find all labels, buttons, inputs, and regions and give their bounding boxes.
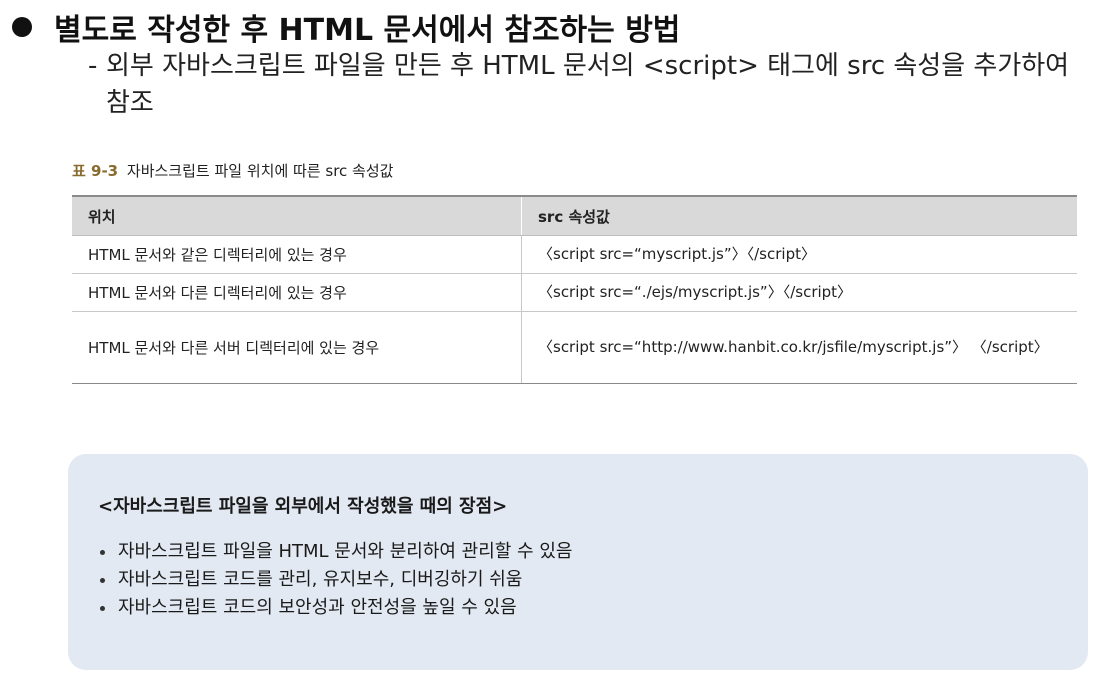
list-item-text: 자바스크립트 파일을 HTML 문서와 분리하여 관리할 수 있음 [118, 541, 573, 562]
cell-location: HTML 문서와 같은 디렉터리에 있는 경우 [72, 235, 522, 274]
cell-src-value: 〈script src=“http://www.hanbit.co.kr/jsf… [521, 311, 1077, 384]
list-item: 자바스크립트 코드의 보안성과 안전성을 높일 수 있음 [100, 594, 572, 622]
table-header-row: 위치 src 속성값 [72, 195, 1077, 236]
cell-location: HTML 문서와 다른 디렉터리에 있는 경우 [72, 273, 522, 312]
cell-src-value: 〈script src=“myscript.js”〉〈/script〉 [521, 235, 1077, 274]
list-item-text: 자바스크립트 코드를 관리, 유지보수, 디버깅하기 쉬움 [118, 569, 523, 590]
cell-location: HTML 문서와 다른 서버 디렉터리에 있는 경우 [72, 311, 522, 384]
section-heading: 별도로 작성한 후 HTML 문서에서 참조하는 방법 [12, 4, 680, 50]
table-caption: 표 9-3 자바스크립트 파일 위치에 따른 src 속성값 [72, 160, 393, 181]
dash-marker: - [88, 51, 98, 81]
callout-title: <자바스크립트 파일을 외부에서 작성했을 때의 장점> [98, 496, 508, 517]
src-attribute-table: 위치 src 속성값 HTML 문서와 같은 디렉터리에 있는 경우 〈scri… [72, 195, 1077, 384]
subpoint-text: 외부 자바스크립트 파일을 만든 후 HTML 문서의 <script> 태그에… [106, 51, 1070, 118]
table-caption-number: 표 9-3 [72, 162, 119, 180]
bullet-icon [12, 17, 32, 37]
list-item: 자바스크립트 코드를 관리, 유지보수, 디버깅하기 쉬움 [100, 566, 572, 594]
header-src-value: src 속성값 [521, 195, 1077, 236]
list-item-text: 자바스크립트 코드의 보안성과 안전성을 높일 수 있음 [118, 597, 517, 618]
subpoint: - 외부 자바스크립트 파일을 만든 후 HTML 문서의 <script> 태… [88, 48, 1098, 122]
bullet-icon [100, 577, 105, 583]
bullet-icon [100, 549, 105, 555]
header-location: 위치 [72, 195, 522, 236]
heading-text: 별도로 작성한 후 HTML 문서에서 참조하는 방법 [54, 13, 681, 48]
table-row: HTML 문서와 다른 디렉터리에 있는 경우 〈script src=“./e… [72, 273, 1077, 312]
cell-src-value: 〈script src=“./ejs/myscript.js”〉〈/script… [521, 273, 1077, 312]
bullet-icon [100, 605, 105, 611]
advantages-callout: <자바스크립트 파일을 외부에서 작성했을 때의 장점> 자바스크립트 파일을 … [68, 454, 1088, 670]
list-item: 자바스크립트 파일을 HTML 문서와 분리하여 관리할 수 있음 [100, 538, 572, 566]
table-row: HTML 문서와 같은 디렉터리에 있는 경우 〈script src=“mys… [72, 235, 1077, 274]
table-row: HTML 문서와 다른 서버 디렉터리에 있는 경우 〈script src=“… [72, 311, 1077, 384]
advantages-list: 자바스크립트 파일을 HTML 문서와 분리하여 관리할 수 있음 자바스크립트… [100, 538, 572, 622]
table-caption-text: 자바스크립트 파일 위치에 따른 src 속성값 [126, 162, 394, 180]
